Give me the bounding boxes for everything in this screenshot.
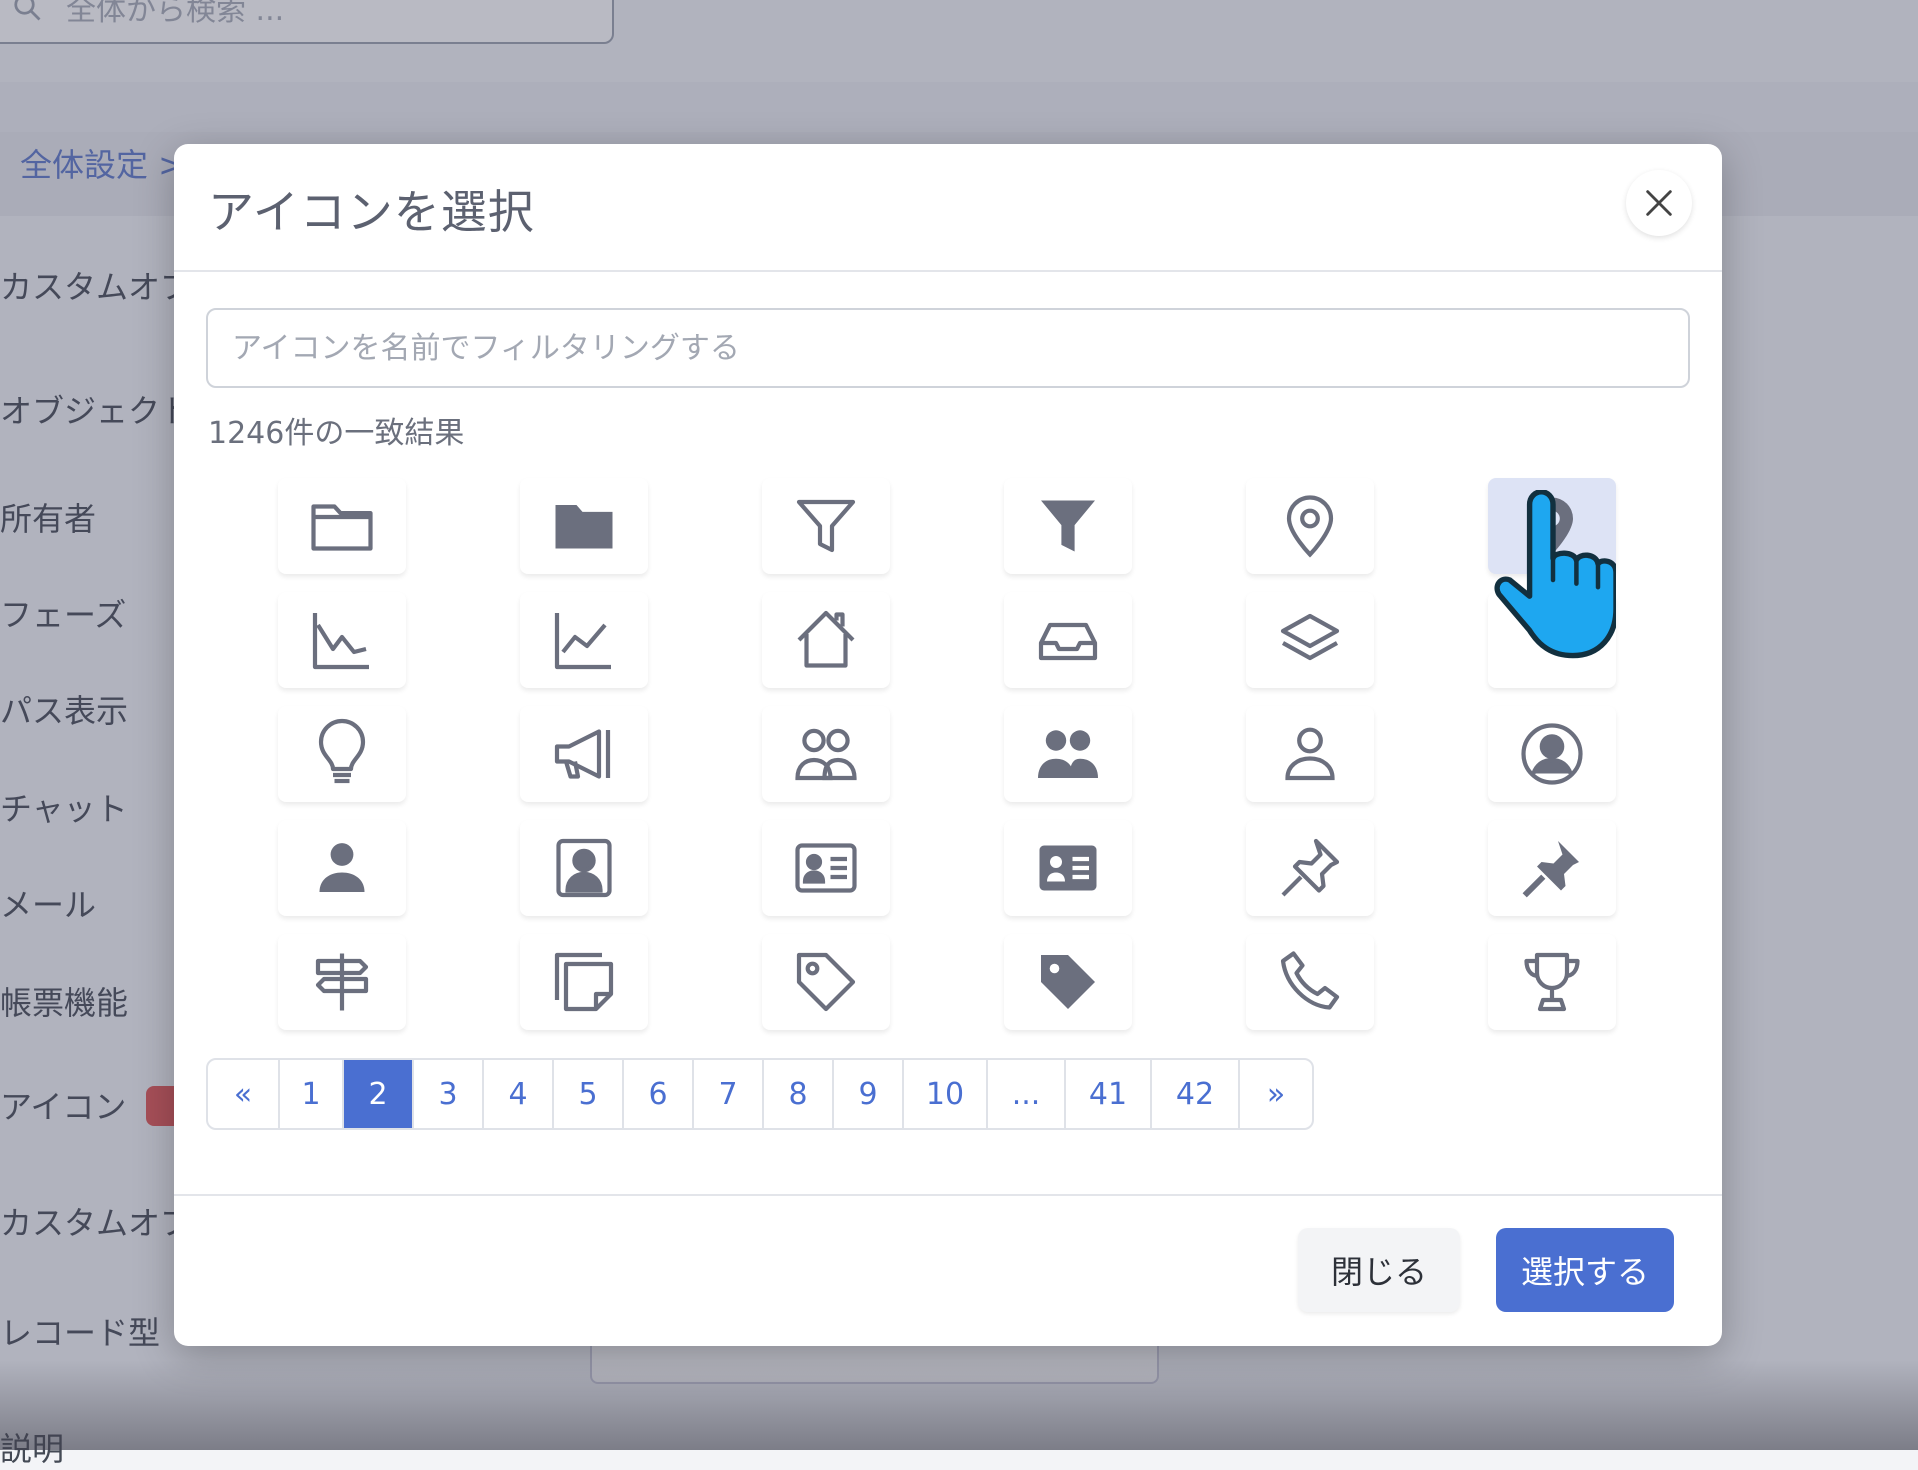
icon-option[interactable]: [520, 706, 648, 802]
icon-option[interactable]: [520, 934, 648, 1030]
icon-option[interactable]: [520, 820, 648, 916]
page-3[interactable]: 3: [414, 1060, 484, 1128]
icon-option[interactable]: [278, 934, 406, 1030]
icon-option[interactable]: [1246, 706, 1374, 802]
sticky-notes-icon: [554, 952, 614, 1012]
folder-solid-icon: [555, 505, 613, 549]
modal-header: アイコンを選択: [174, 144, 1722, 272]
icon-option[interactable]: [520, 592, 648, 688]
page-8[interactable]: 8: [764, 1060, 834, 1128]
icon-option[interactable]: [278, 820, 406, 916]
page-7[interactable]: 7: [694, 1060, 764, 1128]
id-card-solid-icon: [1039, 845, 1097, 891]
icon-option[interactable]: [762, 934, 890, 1030]
signpost-icon: [315, 953, 369, 1011]
pushpin-outline-icon: [1281, 838, 1340, 897]
icon-option[interactable]: [1488, 706, 1616, 802]
pagination: « 1 2 3 4 5 6 7 8 9 10 ... 41 42 »: [206, 1058, 1314, 1130]
page-9[interactable]: 9: [834, 1060, 904, 1128]
layers-icon: [1280, 613, 1340, 661]
icon-option[interactable]: [520, 478, 648, 574]
modal-footer: 閉じる 選択する: [174, 1194, 1722, 1346]
modal-title: アイコンを選択: [208, 185, 535, 239]
user-outline-icon: [1285, 727, 1335, 781]
tag-outline-icon: [796, 952, 856, 1012]
blank-icon: [1516, 604, 1588, 676]
icon-option[interactable]: [1004, 820, 1132, 916]
page-next[interactable]: »: [1240, 1060, 1312, 1128]
lightbulb-icon: [318, 718, 366, 784]
icon-option[interactable]: [278, 478, 406, 574]
phone-icon: [1280, 951, 1340, 1010]
page-ellipsis: ...: [988, 1060, 1066, 1128]
page-10[interactable]: 10: [904, 1060, 988, 1128]
page-2-current[interactable]: 2: [344, 1060, 414, 1128]
match-count: 1246件の一致結果: [208, 416, 465, 451]
icon-option[interactable]: [1004, 706, 1132, 802]
icon-option[interactable]: [278, 706, 406, 802]
icon-option[interactable]: [762, 706, 890, 802]
close-button[interactable]: [1626, 170, 1692, 236]
page-1[interactable]: 1: [280, 1060, 344, 1128]
home-outline-icon: [797, 610, 855, 668]
user-circle-icon: [1521, 723, 1583, 785]
icon-option[interactable]: [762, 478, 890, 574]
icon-option[interactable]: [1004, 478, 1132, 574]
icon-option-selected[interactable]: [1488, 478, 1616, 574]
icon-grid: [278, 478, 1674, 1030]
tag-solid-icon: [1041, 955, 1095, 1009]
close-icon: [1646, 190, 1672, 216]
bottom-shade: [0, 1360, 1918, 1450]
chart-area-down-icon: [312, 613, 369, 670]
icon-option[interactable]: [1246, 478, 1374, 574]
close-modal-button[interactable]: 閉じる: [1298, 1228, 1460, 1312]
icon-option[interactable]: [1488, 592, 1616, 688]
megaphone-icon: [554, 729, 611, 779]
folder-outline-icon: [311, 504, 373, 551]
icon-picker-modal: アイコンを選択 1246件の一致結果: [174, 144, 1722, 1346]
page-5[interactable]: 5: [554, 1060, 624, 1128]
icon-option[interactable]: [1488, 820, 1616, 916]
users-solid-icon: [1038, 730, 1098, 778]
icon-filter-input[interactable]: [206, 308, 1690, 388]
filter-solid-icon: [1041, 500, 1095, 552]
icon-option[interactable]: [278, 592, 406, 688]
page-4[interactable]: 4: [484, 1060, 554, 1128]
icon-option[interactable]: [1246, 592, 1374, 688]
trophy-icon: [1524, 952, 1580, 1012]
user-solid-icon: [319, 843, 365, 892]
icon-option[interactable]: [1004, 934, 1132, 1030]
icon-option[interactable]: [1004, 592, 1132, 688]
pushpin-solid-icon: [1522, 841, 1579, 898]
page-prev[interactable]: «: [208, 1060, 280, 1128]
location-pin-outline-icon: [1286, 495, 1334, 558]
icon-option[interactable]: [1246, 934, 1374, 1030]
portrait-icon: [556, 838, 612, 898]
page-42[interactable]: 42: [1152, 1060, 1240, 1128]
icon-option[interactable]: [762, 592, 890, 688]
page-6[interactable]: 6: [624, 1060, 694, 1128]
icon-option[interactable]: [762, 820, 890, 916]
chart-line-up-icon: [554, 613, 611, 670]
filter-outline-icon: [796, 499, 856, 553]
page-41[interactable]: 41: [1066, 1060, 1152, 1128]
select-button[interactable]: 選択する: [1496, 1228, 1674, 1312]
id-card-outline-icon: [795, 843, 857, 893]
icon-option[interactable]: [1246, 820, 1374, 916]
location-pin-solid-icon: [1531, 497, 1573, 555]
users-outline-icon: [795, 728, 857, 781]
icon-option[interactable]: [1488, 934, 1616, 1030]
inbox-tray-icon: [1038, 622, 1098, 661]
